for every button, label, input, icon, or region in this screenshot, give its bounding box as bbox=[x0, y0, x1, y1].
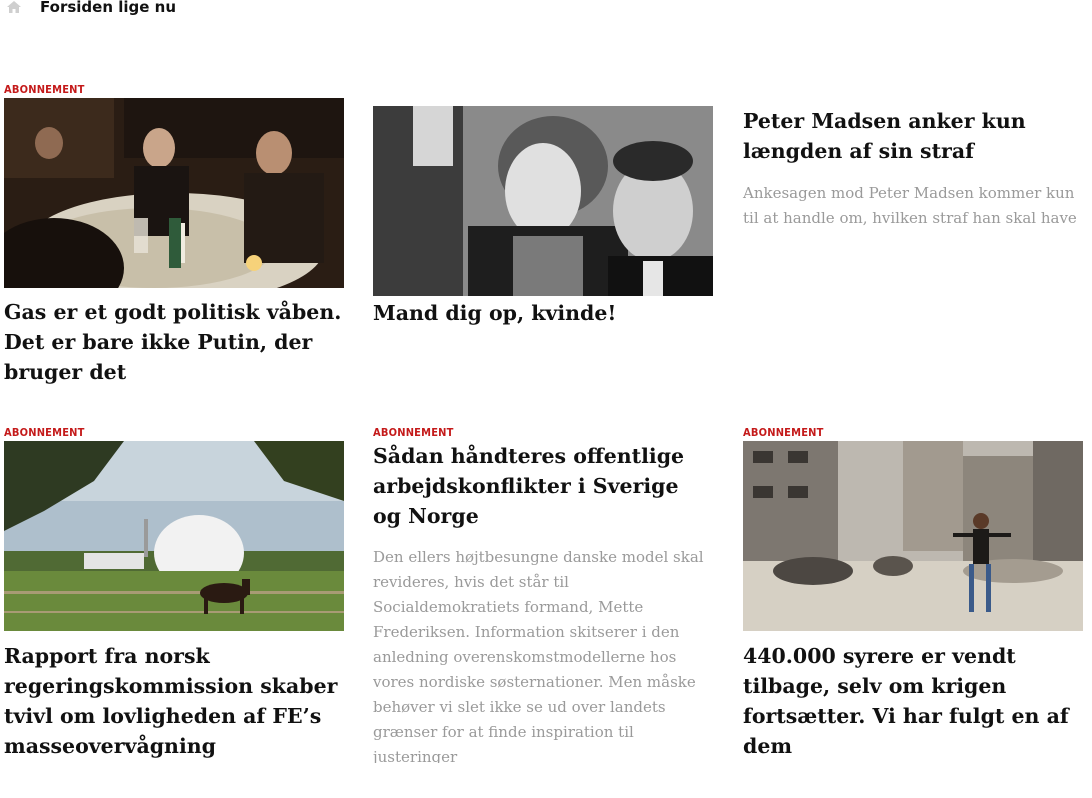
subscription-badge: ABONNEMENT bbox=[743, 426, 824, 439]
article-headline[interactable]: Sådan håndteres offentlige arbejdskonfli… bbox=[373, 441, 713, 531]
article-card[interactable]: Peter Madsen anker kun længden af sin st… bbox=[743, 106, 1083, 231]
article-teaser: Den ellers højtbesungne danske model ska… bbox=[373, 548, 704, 763]
breadcrumb-label[interactable]: Forsiden lige nu bbox=[40, 0, 176, 16]
article-teaser: Ankesagen mod Peter Madsen kommer kun ti… bbox=[743, 184, 1077, 227]
article-image[interactable] bbox=[4, 98, 344, 288]
subscription-badge: ABONNEMENT bbox=[4, 426, 85, 439]
article-image[interactable] bbox=[373, 106, 713, 296]
article-card[interactable]: ABONNEMENT Sådan håndteres offentlige ar… bbox=[373, 425, 713, 763]
home-icon bbox=[7, 1, 21, 13]
article-headline[interactable]: Peter Madsen anker kun længden af sin st… bbox=[743, 106, 1083, 166]
article-card[interactable]: ABONNEMENT 440.000 syrere er vendt tilba… bbox=[743, 425, 1083, 761]
article-card[interactable]: Mand dig op, kvinde! bbox=[373, 106, 713, 328]
article-headline[interactable]: 440.000 syrere er vendt tilbage, selv om… bbox=[743, 641, 1083, 761]
article-card[interactable]: ABONNEMENT Rapport fra norsk regeringsko… bbox=[4, 425, 344, 761]
breadcrumb[interactable]: Forsiden lige nu bbox=[6, 0, 176, 18]
article-headline[interactable]: Rapport fra norsk regeringskommission sk… bbox=[4, 641, 344, 761]
article-headline[interactable]: Mand dig op, kvinde! bbox=[373, 298, 713, 328]
subscription-badge: ABONNEMENT bbox=[373, 426, 454, 439]
article-headline[interactable]: Gas er et godt politisk våben. Det er ba… bbox=[4, 297, 344, 387]
article-image[interactable] bbox=[4, 441, 344, 631]
subscription-badge: ABONNEMENT bbox=[4, 83, 85, 96]
article-image[interactable] bbox=[743, 441, 1083, 631]
article-card[interactable]: ABONNEMENT Gas er et godt politisk våben… bbox=[4, 82, 344, 387]
